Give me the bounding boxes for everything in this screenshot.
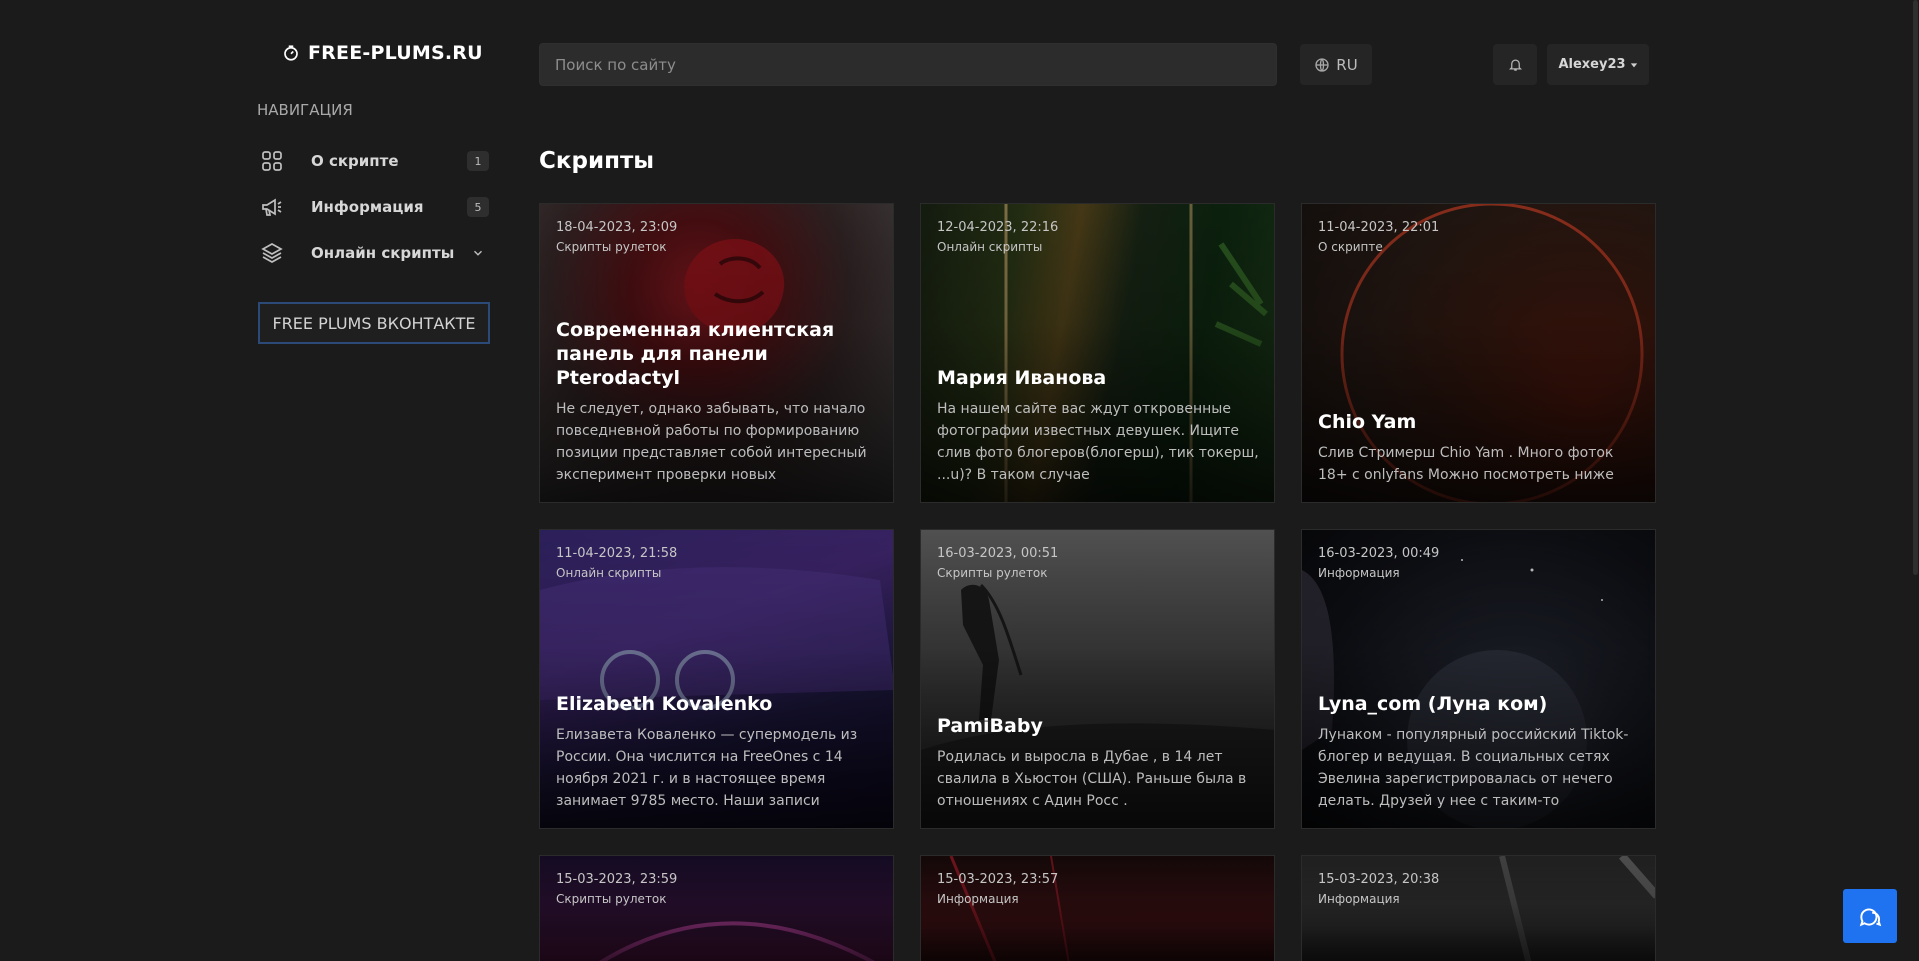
search-input[interactable] bbox=[540, 44, 1276, 85]
count-badge: 1 bbox=[467, 151, 489, 171]
card-description: Родилась и выросла в Дубае , в 14 лет св… bbox=[937, 749, 1247, 809]
card-date: 15-03-2023, 20:38 bbox=[1318, 872, 1440, 887]
card-category[interactable]: Скрипты рулеток bbox=[937, 566, 1058, 580]
card-title[interactable]: Современная клиентская панель для панели… bbox=[556, 318, 879, 390]
card-body: Chio Yam Слив Стримерш Chio Yam . Много … bbox=[1318, 410, 1641, 486]
post-card[interactable]: 16-03-2023, 00:51 Скрипты рулеток PamiBa… bbox=[920, 529, 1275, 829]
sidebar-nav: О скрипте 1 Информация 5 Онлайн скрипты bbox=[257, 138, 489, 276]
card-body: Elizabeth Kovalenko Елизавета Коваленко … bbox=[556, 692, 879, 812]
card-title[interactable]: Lyna_com (Луна ком) bbox=[1318, 692, 1641, 716]
card-description: На нашем сайте вас ждут откровенные фото… bbox=[937, 401, 1259, 483]
card-category[interactable]: Информация bbox=[937, 892, 1058, 906]
grid-icon bbox=[257, 146, 287, 176]
card-date: 16-03-2023, 00:49 bbox=[1318, 546, 1440, 561]
count-badge: 5 bbox=[467, 197, 489, 217]
page: FREE-PLUMS.RU НАВИГАЦИЯ О скрипте 1 Инфо… bbox=[0, 0, 1919, 961]
card-category[interactable]: О скрипте bbox=[1318, 240, 1439, 254]
sidebar-item-label: О скрипте bbox=[311, 152, 399, 170]
vk-button[interactable]: FREE PLUMS ВКОНТАКТЕ bbox=[258, 302, 490, 344]
sidebar-item-information[interactable]: Информация 5 bbox=[257, 184, 489, 230]
scrollbar-thumb[interactable] bbox=[1913, 0, 1918, 575]
sidebar-item-label: Информация bbox=[311, 198, 424, 216]
post-card[interactable]: 11-04-2023, 21:58 Онлайн скрипты Elizabe… bbox=[539, 529, 894, 829]
card-description: Елизавета Коваленко — супермодель из Рос… bbox=[556, 727, 858, 809]
card-date: 11-04-2023, 22:01 bbox=[1318, 220, 1440, 235]
card-meta: 18-04-2023, 23:09 Скрипты рулеток bbox=[556, 220, 677, 254]
card-category[interactable]: Информация bbox=[1318, 566, 1439, 580]
caret-down-icon bbox=[1630, 62, 1637, 67]
card-meta: 15-03-2023, 23:59 Скрипты рулеток bbox=[556, 872, 677, 906]
card-meta: 11-04-2023, 22:01 О скрипте bbox=[1318, 220, 1439, 254]
card-meta: 16-03-2023, 00:51 Скрипты рулеток bbox=[937, 546, 1058, 580]
card-meta: 12-04-2023, 22:16 Онлайн скрипты bbox=[937, 220, 1058, 254]
sidebar-item-label: Онлайн скрипты bbox=[311, 244, 455, 262]
card-meta: 16-03-2023, 00:49 Информация bbox=[1318, 546, 1439, 580]
card-body: Lyna_com (Луна ком) Лунаком - популярный… bbox=[1318, 692, 1641, 812]
card-description: Слив Стримерш Chio Yam . Много фоток 18+… bbox=[1318, 445, 1614, 483]
card-category[interactable]: Онлайн скрипты bbox=[556, 566, 677, 580]
language-label: RU bbox=[1336, 55, 1358, 74]
bell-icon bbox=[1508, 59, 1522, 71]
chevron-down-icon[interactable] bbox=[471, 246, 485, 260]
card-description: Не следует, однако забывать, что начало … bbox=[556, 401, 867, 483]
chat-button[interactable] bbox=[1843, 889, 1897, 943]
globe-icon bbox=[1315, 57, 1329, 72]
card-title[interactable]: PamiBaby bbox=[937, 714, 1260, 738]
card-meta: 15-03-2023, 20:38 Информация bbox=[1318, 872, 1439, 906]
site-logo[interactable]: FREE-PLUMS.RU bbox=[282, 42, 483, 64]
layers-icon bbox=[257, 238, 287, 268]
card-title[interactable]: Мария Иванова bbox=[937, 366, 1260, 390]
card-date: 11-04-2023, 21:58 bbox=[556, 546, 678, 561]
username: Alexey23 bbox=[1558, 57, 1626, 72]
card-date: 15-03-2023, 23:57 bbox=[937, 872, 1059, 887]
post-card[interactable]: 15-03-2023, 23:59 Скрипты рулеток bbox=[539, 855, 894, 961]
post-card[interactable]: 11-04-2023, 22:01 О скрипте Chio Yam Сли… bbox=[1301, 203, 1656, 503]
card-category[interactable]: Скрипты рулеток bbox=[556, 892, 677, 906]
cards-grid-row: 15-03-2023, 23:59 Скрипты рулеток 15-03-… bbox=[539, 855, 1656, 961]
card-body: PamiBaby Родилась и выросла в Дубае , в … bbox=[937, 714, 1260, 812]
cards-grid: 18-04-2023, 23:09 Скрипты рулеток Соврем… bbox=[539, 203, 1656, 829]
card-title[interactable]: Chio Yam bbox=[1318, 410, 1641, 434]
search-box[interactable] bbox=[539, 43, 1277, 86]
card-category[interactable]: Скрипты рулеток bbox=[556, 240, 677, 254]
card-title[interactable]: Elizabeth Kovalenko bbox=[556, 692, 879, 716]
page-title: Скрипты bbox=[539, 148, 655, 174]
card-category[interactable]: Онлайн скрипты bbox=[937, 240, 1058, 254]
logo-text: FREE-PLUMS.RU bbox=[308, 42, 483, 64]
notifications-button[interactable] bbox=[1493, 44, 1537, 85]
card-date: 18-04-2023, 23:09 bbox=[556, 220, 678, 235]
nav-heading: НАВИГАЦИЯ bbox=[257, 101, 353, 119]
card-date: 15-03-2023, 23:59 bbox=[556, 872, 678, 887]
card-meta: 15-03-2023, 23:57 Информация bbox=[937, 872, 1058, 906]
card-date: 16-03-2023, 00:51 bbox=[937, 546, 1059, 561]
post-card[interactable]: 15-03-2023, 23:57 Информация bbox=[920, 855, 1275, 961]
card-category[interactable]: Информация bbox=[1318, 892, 1439, 906]
chat-icon bbox=[1859, 908, 1882, 927]
sidebar-item-about-script[interactable]: О скрипте 1 bbox=[257, 138, 489, 184]
post-card[interactable]: 18-04-2023, 23:09 Скрипты рулеток Соврем… bbox=[539, 203, 894, 503]
post-card[interactable]: 15-03-2023, 20:38 Информация bbox=[1301, 855, 1656, 961]
card-description: Лунаком - популярный российский Tiktok-б… bbox=[1318, 727, 1629, 809]
card-body: Современная клиентская панель для панели… bbox=[556, 318, 879, 486]
language-switcher[interactable]: RU bbox=[1300, 44, 1372, 85]
sidebar-item-online-scripts[interactable]: Онлайн скрипты bbox=[257, 230, 489, 276]
card-date: 12-04-2023, 22:16 bbox=[937, 220, 1059, 235]
user-menu[interactable]: Alexey23 bbox=[1547, 44, 1649, 85]
card-body: Мария Иванова На нашем сайте вас ждут от… bbox=[937, 366, 1260, 486]
post-card[interactable]: 12-04-2023, 22:16 Онлайн скрипты Мария И… bbox=[920, 203, 1275, 503]
post-card[interactable]: 16-03-2023, 00:49 Информация Lyna_com (Л… bbox=[1301, 529, 1656, 829]
megaphone-icon bbox=[257, 192, 287, 222]
card-meta: 11-04-2023, 21:58 Онлайн скрипты bbox=[556, 546, 677, 580]
logo-icon bbox=[284, 45, 298, 61]
